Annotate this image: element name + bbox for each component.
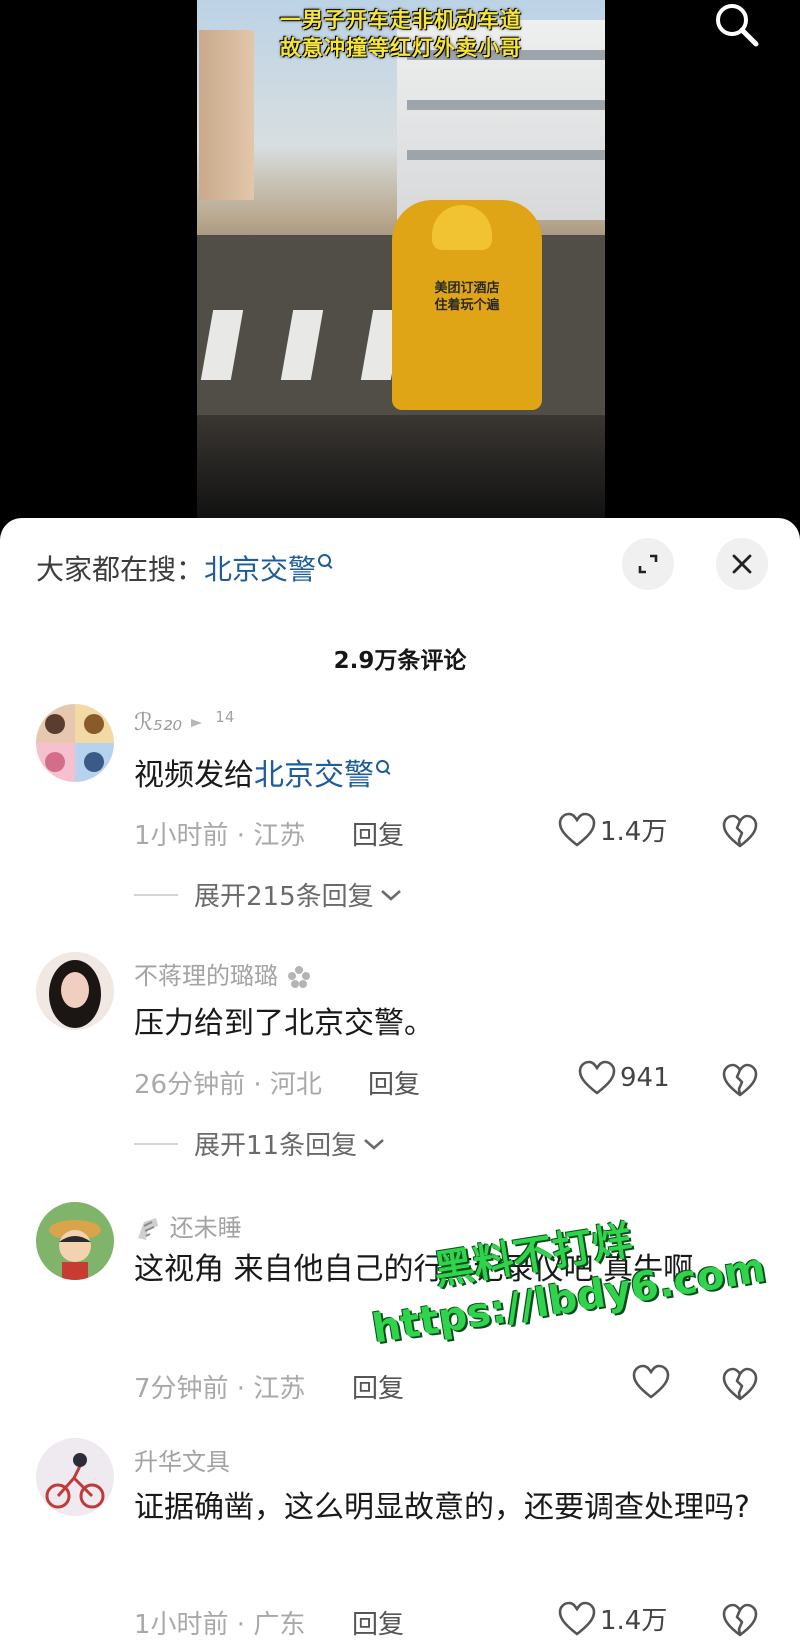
video-caption-line2: 故意冲撞等红灯外卖小哥 <box>280 36 522 60</box>
chevron-down-icon <box>364 1138 384 1150</box>
username-text: 还未睡 <box>169 1214 242 1242</box>
reply-button[interactable]: 回复 <box>352 1604 404 1641</box>
comment-time-location: 26分钟前 · 河北 <box>134 1070 322 1100</box>
hot-search-prefix: 大家都在搜： <box>36 553 205 586</box>
expand-panel-button[interactable] <box>622 538 674 590</box>
dislike-button[interactable] <box>722 1603 758 1639</box>
avatar[interactable] <box>36 952 114 1030</box>
comment-username[interactable]: 升华文具 <box>134 1442 230 1477</box>
zebra-icon <box>138 1218 158 1240</box>
broken-heart-icon <box>722 814 758 848</box>
dislike-button[interactable] <box>722 1063 758 1099</box>
comment-text: 证据确凿，这么明显故意的，还要调查处理吗? <box>134 1490 750 1525</box>
search-button[interactable] <box>712 0 762 50</box>
video-frame[interactable]: 美团订酒店住着玩个遍 <box>197 0 605 520</box>
heart-icon <box>632 1364 670 1399</box>
comment-keyword-link[interactable]: 北京交警 <box>254 758 374 793</box>
chevron-down-icon <box>380 889 401 901</box>
expand-replies-label: 展开215条回复 <box>194 882 374 912</box>
video-player[interactable]: 美团订酒店住着玩个遍 一男子开车走非机动车道 故意冲撞等红灯外卖小哥 <box>0 0 800 520</box>
like-count: 1.4万 <box>600 817 668 847</box>
expand-replies-button[interactable]: 展开11条回复 <box>134 1125 387 1162</box>
username-text: 不蒋理的璐璐 <box>134 962 278 990</box>
like-button[interactable]: 1.4万 <box>558 811 667 848</box>
comment-username[interactable]: 不蒋理的璐璐 <box>134 956 312 991</box>
close-icon <box>732 554 752 574</box>
reply-button[interactable]: 回复 <box>352 1368 404 1405</box>
like-button[interactable] <box>632 1364 670 1400</box>
hot-search-keyword[interactable]: 北京交警 <box>204 553 316 586</box>
username-text: ℛ₅₂₀ <box>134 708 183 736</box>
comment-time-location: 1小时前 · 广东 <box>134 1610 306 1640</box>
dislike-button[interactable] <box>722 1367 758 1403</box>
comment-count: 2.9万条评论 <box>333 648 467 674</box>
comment-text: 这视角 来自他自己的行车记录仪吧 真牛啊 <box>134 1252 694 1287</box>
like-button[interactable]: 941 <box>578 1060 670 1096</box>
close-panel-button[interactable] <box>716 538 768 590</box>
comment-text: 压力给到了北京交警。 <box>134 1006 434 1041</box>
like-count: 941 <box>620 1063 670 1093</box>
jacket-text: 美团订酒店住着玩个遍 <box>434 281 500 313</box>
search-small-icon <box>376 760 389 773</box>
video-caption-line1: 一男子开车走非机动车道 <box>280 8 522 32</box>
like-button[interactable]: 1.4万 <box>558 1600 667 1637</box>
hot-search-bar[interactable]: 大家都在搜：北京交警 <box>36 548 332 588</box>
username-text: 升华文具 <box>134 1448 230 1476</box>
fan-badge-icon <box>190 719 202 727</box>
search-small-icon <box>318 554 332 567</box>
heart-icon <box>558 1601 596 1636</box>
reply-button[interactable]: 回复 <box>352 815 404 852</box>
comment-time-location: 7分钟前 · 江苏 <box>134 1374 306 1404</box>
search-icon <box>716 4 759 47</box>
expand-replies-button[interactable]: 展开215条回复 <box>134 876 404 913</box>
dislike-button[interactable] <box>722 814 758 850</box>
comment-time-location: 1小时前 · 江苏 <box>134 821 306 851</box>
fan-badge-level: 14 <box>215 708 235 726</box>
video-caption: 一男子开车走非机动车道 故意冲撞等红灯外卖小哥 <box>197 6 605 62</box>
car-hood <box>197 415 605 520</box>
avatar[interactable] <box>36 1438 114 1516</box>
expand-icon <box>638 554 658 574</box>
avatar[interactable] <box>36 1202 114 1280</box>
expand-replies-label: 展开11条回复 <box>194 1131 358 1161</box>
comment-panel: 大家都在搜：北京交警 2.9万条评论 ℛ₅₂₀ 14 视频发给北京交警 1小时前… <box>0 518 800 1648</box>
heart-icon <box>558 812 596 847</box>
comment-text: 视频发给北京交警 <box>134 752 754 800</box>
broken-heart-icon <box>722 1603 758 1637</box>
heart-icon <box>578 1060 616 1095</box>
reply-button[interactable]: 回复 <box>368 1064 420 1101</box>
avatar[interactable] <box>36 704 114 782</box>
like-count: 1.4万 <box>600 1606 668 1636</box>
broken-heart-icon <box>722 1367 758 1401</box>
flower-icon <box>287 966 310 988</box>
divider-line <box>134 1142 178 1145</box>
comment-text-prefix: 视频发给 <box>134 758 254 793</box>
comment-username[interactable]: 还未睡 <box>134 1208 242 1243</box>
comment-username[interactable]: ℛ₅₂₀ 14 <box>134 708 234 736</box>
broken-heart-icon <box>722 1063 758 1097</box>
divider-line <box>134 893 178 896</box>
